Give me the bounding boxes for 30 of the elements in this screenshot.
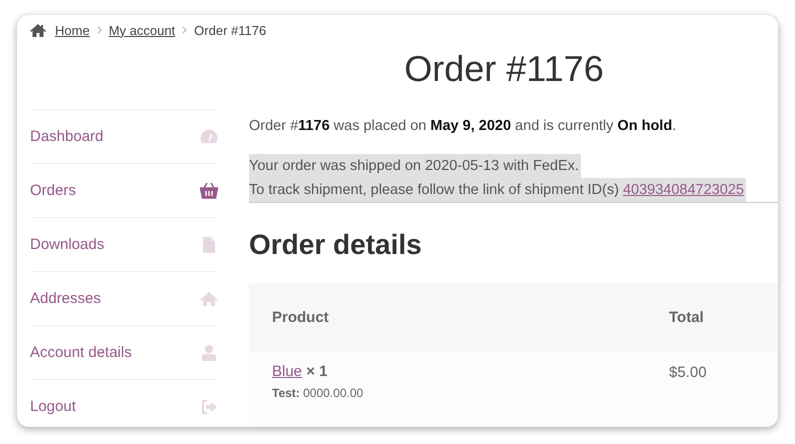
shipping-notice: Your order was shipped on 2020-05-13 with FedEx. (249, 154, 581, 178)
nav-item[interactable]: Orders (30, 163, 218, 217)
breadcrumb-link[interactable]: Home (55, 22, 90, 38)
file-icon (200, 236, 218, 254)
column-header: Product (271, 308, 330, 326)
exit-icon (200, 398, 218, 416)
order-summary: Order #1176 was placed on May 9, 2020 and is currently On hold. (249, 118, 678, 134)
gauge-icon (200, 128, 218, 146)
tracking-link[interactable]: 403934084723025 (622, 182, 744, 198)
house-icon (200, 290, 218, 308)
product-link[interactable]: Blue (272, 363, 302, 380)
page-title: Order #1176 (403, 48, 605, 91)
breadcrumb-current: Order #1176 (194, 22, 266, 38)
nav-item[interactable]: Addresses (30, 271, 218, 325)
tracking-notice: To track shipment, please follow the link of shipment ID(s) 403934084723025 (249, 178, 746, 202)
nav-item[interactable]: Logout (30, 379, 218, 427)
nav-item[interactable]: Downloads (30, 217, 218, 271)
home-icon (30, 24, 46, 36)
quantity-text: × 1 (306, 363, 328, 380)
section-heading: Order details (249, 229, 423, 262)
basket-icon (200, 182, 218, 200)
chevron-icon (96, 26, 102, 34)
nav-item[interactable]: Account details (30, 325, 218, 379)
product-meta: Test: 0000.00.00 (272, 386, 364, 400)
column-header: Total (669, 308, 704, 326)
breadcrumb-link[interactable]: My account (108, 22, 176, 38)
chevron-icon (182, 26, 188, 34)
nav-item[interactable]: Dashboard (30, 109, 218, 163)
person-icon (200, 344, 218, 362)
total-cell: $5.00 (669, 363, 707, 381)
